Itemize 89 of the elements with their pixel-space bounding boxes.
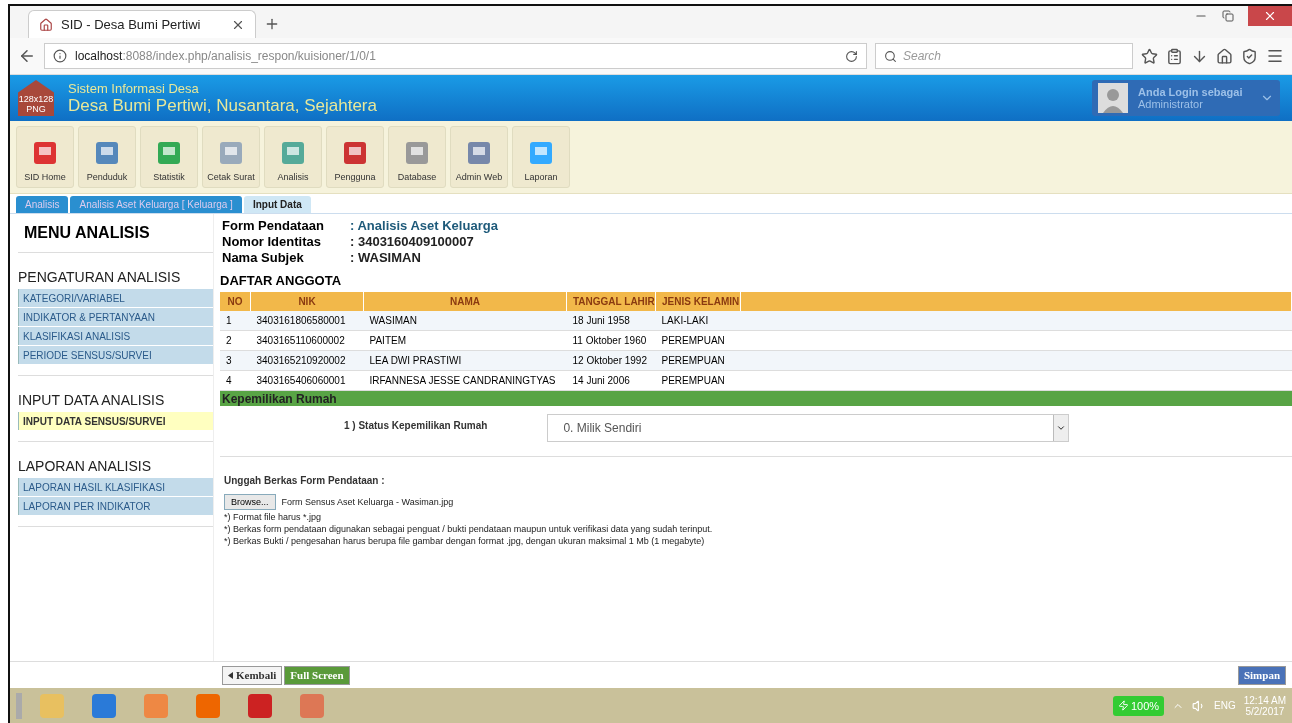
url-text: localhost:8088/index.php/analisis_respon/kuisioner/1/0/1	[75, 49, 377, 63]
section-bar: Kepemilikan Rumah	[220, 391, 1292, 406]
info-value: : Analisis Aset Keluarga	[350, 218, 499, 233]
shield-icon[interactable]	[1241, 47, 1258, 65]
menu-item[interactable]: INPUT DATA SENSUS/SURVEI	[18, 412, 213, 430]
house-icon	[39, 17, 53, 32]
grip-icon	[16, 692, 22, 719]
table-cell: 11 Oktober 1960	[566, 330, 656, 351]
table-cell: 12 Oktober 1992	[566, 350, 656, 371]
toolbar-button[interactable]: Cetak Surat	[202, 126, 260, 188]
logo: 128x128 PNG	[18, 80, 54, 116]
menu-icon[interactable]	[1266, 47, 1284, 65]
members-title: DAFTAR ANGGOTA	[220, 273, 343, 288]
toolbar-button[interactable]: Admin Web	[450, 126, 508, 188]
upload-heading: Unggah Berkas Form Pendataan :	[224, 475, 386, 486]
table-cell: 14 Juni 2006	[566, 370, 656, 391]
window-close-button[interactable]	[1248, 6, 1292, 26]
toolbar-button[interactable]: Analisis	[264, 126, 322, 188]
table-cell: 4	[220, 370, 251, 391]
address-bar[interactable]: localhost:8088/index.php/analisis_respon/kuisioner/1/0/1	[44, 43, 867, 69]
table-cell: WASIMAN	[363, 311, 567, 331]
close-icon	[1263, 9, 1277, 23]
avatar-icon	[1098, 83, 1128, 113]
info-value: : 3403160409100007	[350, 234, 475, 249]
info-label: Nama Subjek	[222, 250, 305, 265]
save-button[interactable]: Simpan	[1237, 665, 1286, 685]
note-text: *) Format file harus *.jpg	[224, 512, 323, 522]
browse-button[interactable]: Browse...	[224, 494, 276, 510]
menu-item[interactable]: LAPORAN PER INDIKATOR	[18, 497, 213, 515]
note-text: *) Berkas Bukti / pengesahan harus berupa file gambar dengan format .jpg, dengan ukuran maksimal 1 Mb (1 megabyte)	[224, 536, 706, 546]
question-label: 1 ) Status Kepemilikan Rumah	[344, 419, 488, 431]
info-value: : WASIMAN	[350, 250, 422, 265]
app-title: Desa Bumi Pertiwi, Nusantara, Sejahtera	[68, 95, 378, 116]
column-header: NAMA	[363, 292, 567, 311]
menu-item[interactable]: KLASIFIKASI ANALISIS	[18, 327, 213, 345]
column-header: NIK	[250, 292, 364, 311]
toolbar-button[interactable]: Statistik	[140, 126, 198, 188]
breadcrumb-tab[interactable]: Input Data	[243, 196, 311, 213]
table-cell: 3403165210920002	[250, 350, 364, 371]
menu-item[interactable]: PERIODE SENSUS/SURVEI	[18, 346, 213, 364]
back-icon[interactable]	[18, 47, 36, 65]
menu-heading: INPUT DATA ANALISIS	[18, 391, 166, 410]
table-cell: PEREMPUAN	[655, 370, 741, 391]
table-cell: 1	[220, 311, 251, 331]
menu-item[interactable]: LAPORAN HASIL KLASIFIKASI	[18, 478, 213, 496]
toolbar-button[interactable]: Pengguna	[326, 126, 384, 188]
toolbar-button[interactable]: Penduduk	[78, 126, 136, 188]
info-icon	[53, 49, 67, 63]
note-text: *) Berkas form pendataan digunakan sebagai penguat / bukti pendataan maupun untuk verifikasi data yang sudah terinput.	[224, 524, 714, 534]
column-header: TANGGAL LAHIR	[566, 292, 656, 311]
menu-heading: PENGATURAN ANALISIS	[18, 268, 182, 287]
restore-icon[interactable]	[1222, 10, 1234, 22]
menu-title: MENU ANALISIS	[18, 218, 213, 253]
caret-icon	[228, 671, 233, 679]
column-header: NO	[220, 292, 251, 311]
table-cell: 3403165406060001	[250, 370, 364, 391]
toolbar-button[interactable]: Database	[388, 126, 446, 188]
table-cell: 3403161806580001	[250, 311, 364, 331]
search-icon	[884, 49, 897, 63]
tab-title: SID - Desa Bumi Pertiwi	[61, 17, 202, 32]
file-name: Form Sensus Aset Keluarga - Wasiman.jpg	[281, 497, 454, 507]
table-cell: 2	[220, 330, 251, 351]
toolbar-button[interactable]: Laporan	[512, 126, 570, 188]
info-label: Nomor Identitas	[222, 234, 322, 249]
clipboard-icon[interactable]	[1166, 47, 1183, 65]
table-cell: 3403165110600002	[250, 330, 364, 351]
home-icon[interactable]	[1216, 47, 1233, 65]
answer-select[interactable]: 0. Milik Sendiri	[547, 414, 1070, 442]
menu-heading: LAPORAN ANALISIS	[18, 457, 153, 476]
reload-icon[interactable]	[845, 49, 858, 63]
back-button[interactable]: Kembali	[222, 665, 283, 685]
table-cell: LAKI-LAKI	[655, 311, 741, 331]
new-tab-icon[interactable]	[264, 16, 280, 32]
menu-item[interactable]: KATEGORI/VARIABEL	[18, 289, 213, 307]
menu-item[interactable]: INDIKATOR & PERTANYAAN	[18, 308, 213, 326]
table-cell: PEREMPUAN	[655, 330, 741, 351]
table-cell: IRFANNESA JESSE CANDRANINGTYAS	[363, 370, 567, 391]
dropdown-icon	[1053, 415, 1069, 441]
column-header: JENIS KELAMIN	[655, 292, 741, 311]
table-cell: LEA DWI PRASTIWI	[363, 350, 567, 371]
app-subtitle: Sistem Informasi Desa	[68, 80, 200, 96]
star-icon[interactable]	[1141, 47, 1158, 65]
table-cell: 3	[220, 350, 251, 371]
info-label: Form Pendataan	[222, 218, 325, 233]
table-cell: PAITEM	[363, 330, 567, 351]
table-cell: PEREMPUAN	[655, 350, 741, 371]
toolbar-button[interactable]: SID Home	[16, 126, 74, 188]
browser-tab[interactable]: SID - Desa Bumi Pertiwi	[28, 10, 256, 38]
table-cell: 18 Juni 1958	[566, 311, 656, 331]
